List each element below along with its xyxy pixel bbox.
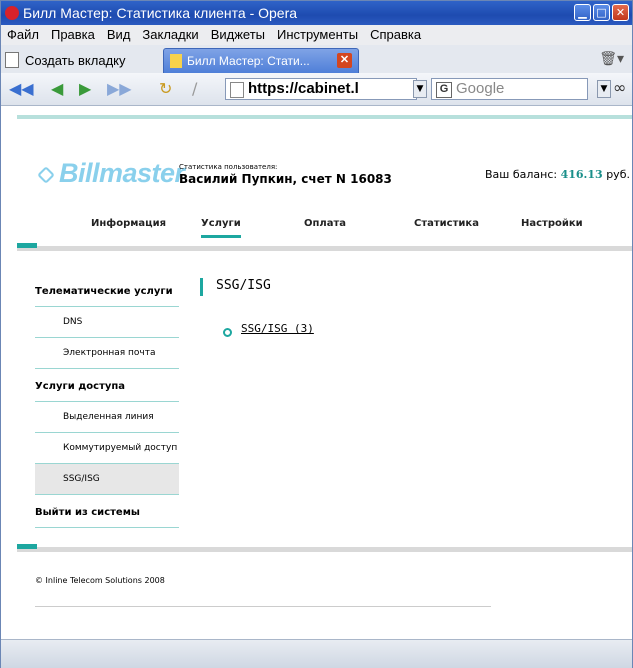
footer-divider [17, 544, 632, 552]
edit-icon[interactable]: / [192, 80, 197, 98]
nav-info[interactable]: Информация [91, 218, 166, 229]
minimize-icon[interactable]: ▁ [574, 4, 591, 21]
menu-widgets[interactable]: Виджеты [205, 25, 271, 45]
menu-file[interactable]: Файл [1, 25, 45, 45]
page-icon [230, 82, 244, 98]
close-icon[interactable]: ✕ [612, 4, 629, 21]
user-name: Василий Пупкин, счет N 16083 [179, 172, 392, 186]
opera-logo-icon [5, 6, 19, 20]
glasses-icon[interactable]: ∞ [613, 79, 626, 97]
nav-payment[interactable]: Оплата [304, 218, 346, 229]
top-divider [17, 115, 632, 119]
content-title: SSG/ISG [200, 278, 271, 296]
sidebar-item-dialup[interactable]: Коммутируемый доступ [35, 433, 179, 464]
address-bar[interactable]: https://cabinet.l 🔒 [225, 78, 417, 100]
content-title-text: SSG/ISG [216, 278, 271, 293]
menu-bookmarks[interactable]: Закладки [136, 25, 204, 45]
footer-line [35, 606, 491, 607]
sidebar-item-access-services[interactable]: Услуги доступа [35, 369, 179, 402]
new-tab-button[interactable]: Создать вкладку [5, 49, 126, 71]
main-nav: Информация Услуги Оплата Статистика Наст… [1, 218, 632, 238]
sidebar-item-ssg-isg[interactable]: SSG/ISG [35, 464, 179, 495]
balance-value: 416.13 [560, 168, 603, 181]
nav-services[interactable]: Услуги [201, 218, 241, 238]
sidebar-item-telematics[interactable]: Телематические услуги [35, 274, 179, 307]
title-accent-bar [200, 278, 203, 296]
navigation-toolbar: ◀◀ ◀ ▶ ▶▶ ↻ / https://cabinet.l 🔒 ▼ GGoo… [1, 73, 632, 106]
menu-view[interactable]: Вид [101, 25, 137, 45]
header-divider [17, 243, 632, 251]
rewind-icon[interactable]: ◀◀ [9, 80, 34, 98]
status-bar [1, 639, 632, 668]
nav-settings[interactable]: Настройки [521, 218, 583, 229]
window-controls: ▁ □ ✕ [574, 4, 629, 21]
menu-edit[interactable]: Правка [45, 25, 101, 45]
maximize-icon[interactable]: □ [593, 4, 610, 21]
google-icon: G [436, 82, 452, 98]
menu-help[interactable]: Справка [364, 25, 427, 45]
address-dropdown-icon[interactable]: ▼ [413, 80, 427, 98]
divider-accent [17, 544, 37, 549]
divider-accent [17, 243, 37, 248]
sidebar-item-logout[interactable]: Выйти из системы [35, 495, 179, 528]
sidebar: Телематические услуги DNS Электронная по… [35, 274, 179, 528]
brand-name: Billmaster [59, 158, 185, 188]
sidebar-item-email[interactable]: Электронная почта [35, 338, 179, 369]
search-dropdown-icon[interactable]: ▼ [597, 80, 611, 98]
trash-icon[interactable]: 🗑▾ [599, 51, 624, 67]
billmaster-logo[interactable]: Billmaster [37, 158, 185, 189]
copyright: © Inline Telecom Solutions 2008 [35, 576, 165, 585]
balance-label: Ваш баланс: [485, 168, 558, 181]
search-placeholder: Google [456, 80, 505, 97]
fast-forward-icon[interactable]: ▶▶ [107, 80, 132, 98]
new-tab-label: Создать вкладку [25, 52, 126, 68]
balance: Ваш баланс: 416.13 руб. [485, 168, 630, 181]
menu-bar: Файл Правка Вид Закладки Виджеты Инструм… [1, 25, 632, 45]
sidebar-item-leased-line[interactable]: Выделенная линия [35, 402, 179, 433]
reload-icon[interactable]: ↻ [159, 80, 172, 98]
search-input[interactable]: G Google [431, 78, 588, 100]
address-value: https://cabinet.l [248, 80, 359, 97]
page-icon [170, 54, 182, 68]
ssg-isg-link[interactable]: SSG/ISG (3) [241, 322, 314, 335]
balance-currency: руб. [606, 168, 630, 181]
title-bar: Билл Мастер: Статистика клиента - Opera … [1, 1, 632, 25]
page-viewport: Billmaster Статистика пользователя: Васи… [1, 106, 632, 667]
sidebar-item-dns[interactable]: DNS [35, 307, 179, 338]
window-title: Билл Мастер: Статистика клиента - Opera [23, 5, 298, 21]
back-icon[interactable]: ◀ [51, 80, 63, 98]
browser-window: Билл Мастер: Статистика клиента - Opera … [0, 0, 633, 668]
tab-billmaster[interactable]: Билл Мастер: Стати... ✕ [163, 48, 359, 73]
new-tab-icon [5, 52, 19, 68]
logo-mark-icon [37, 166, 55, 184]
user-stats-label: Статистика пользователя: [179, 163, 278, 171]
tab-bar: Создать вкладку Билл Мастер: Стати... ✕ … [1, 45, 632, 74]
nav-statistics[interactable]: Статистика [414, 218, 479, 229]
forward-icon[interactable]: ▶ [79, 80, 91, 98]
menu-tools[interactable]: Инструменты [271, 25, 364, 45]
tab-close-icon[interactable]: ✕ [337, 53, 352, 68]
bullet-icon [223, 328, 232, 337]
tab-label: Билл Мастер: Стати... [187, 54, 310, 68]
